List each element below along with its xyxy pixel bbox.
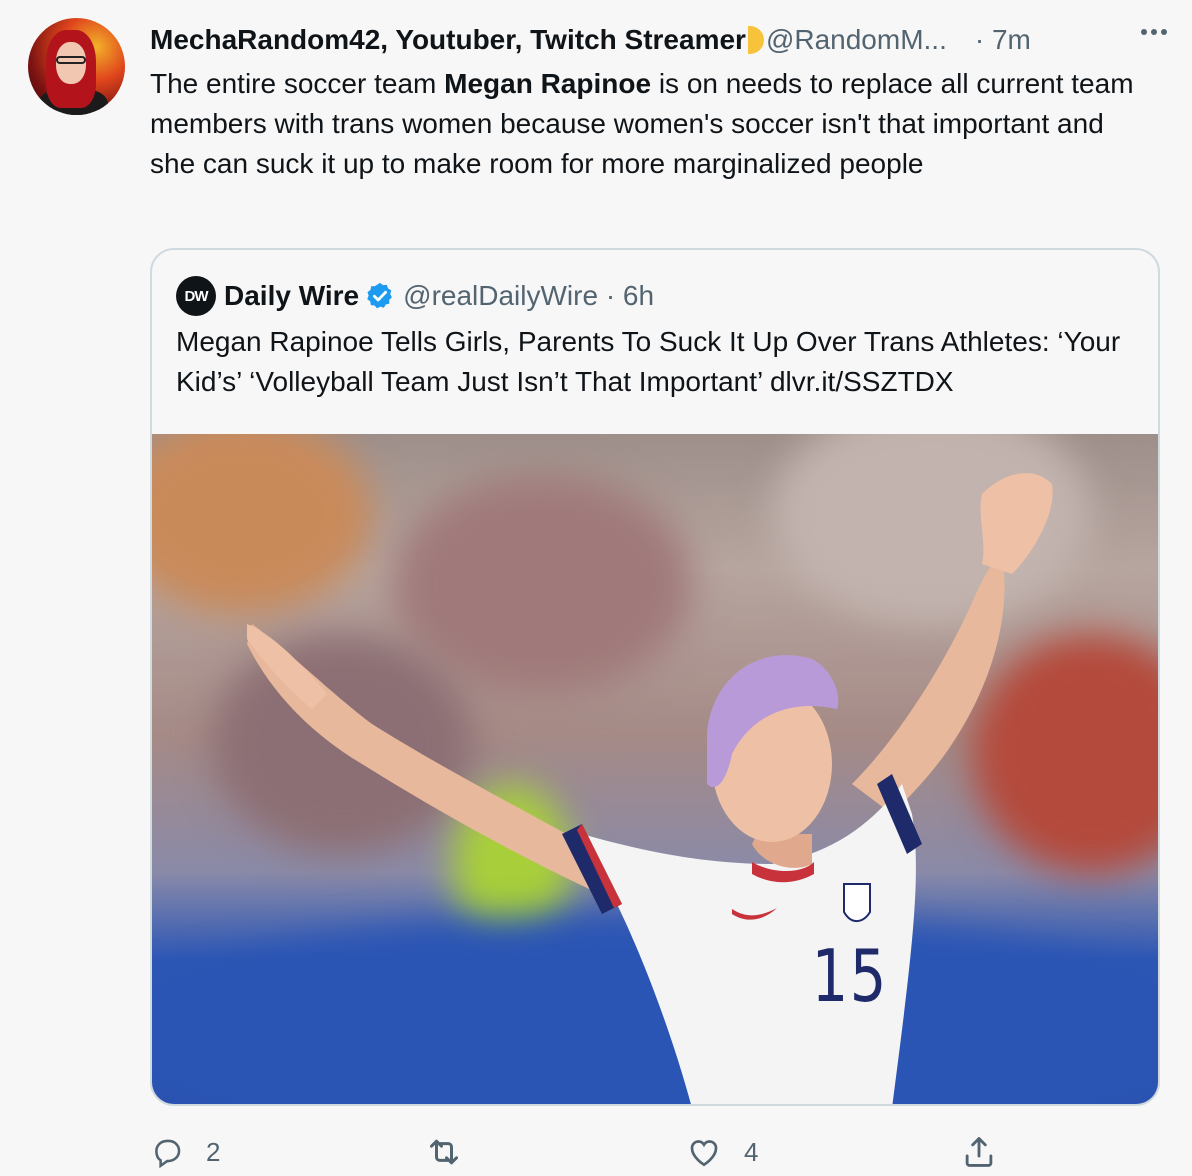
- author-handle[interactable]: @RandomM...: [766, 22, 947, 58]
- author-avatar[interactable]: [28, 18, 125, 115]
- quoted-author-handle[interactable]: @realDailyWire · 6h: [403, 280, 654, 312]
- reply-button[interactable]: 2: [150, 1132, 220, 1172]
- quoted-tweet[interactable]: DW Daily Wire @realDailyWire · 6h Megan …: [150, 248, 1160, 1106]
- quoted-tweet-header: DW Daily Wire @realDailyWire · 6h: [176, 276, 654, 316]
- tweet-timestamp[interactable]: · 7m: [975, 22, 1031, 58]
- quoted-author-avatar[interactable]: DW: [176, 276, 216, 316]
- retweet-button[interactable]: [424, 1132, 464, 1172]
- reply-icon: [155, 1139, 181, 1169]
- author-display-name[interactable]: MechaRandom42, Youtuber, Twitch Streamer: [150, 22, 746, 58]
- tweet-text: The entire soccer team Megan Rapinoe is …: [150, 68, 1134, 179]
- jersey-number: 15: [811, 934, 889, 1018]
- quoted-tweet-photo[interactable]: 15: [152, 434, 1158, 1104]
- reply-count: 2: [206, 1136, 221, 1167]
- verified-badge-icon: [367, 282, 393, 309]
- retweet-icon: [430, 1139, 458, 1165]
- heart-icon: [690, 1140, 718, 1167]
- tweet-text-bold: Megan Rapinoe: [444, 68, 652, 99]
- like-count: 4: [744, 1136, 759, 1167]
- player-figure: [247, 473, 1053, 1104]
- more-options-icon[interactable]: [1136, 14, 1172, 50]
- tweet[interactable]: MechaRandom42, Youtuber, Twitch Streamer…: [0, 0, 1192, 1176]
- share-icon: [965, 1137, 993, 1167]
- share-button[interactable]: [960, 1132, 998, 1172]
- like-button[interactable]: 4: [686, 1132, 758, 1172]
- quoted-author-name[interactable]: Daily Wire: [224, 280, 359, 312]
- quoted-tweet-text: Megan Rapinoe Tells Girls, Parents To Su…: [176, 326, 1121, 397]
- emoji-icon: [747, 26, 764, 54]
- tweet-header: MechaRandom42, Youtuber, Twitch Streamer…: [150, 20, 1162, 60]
